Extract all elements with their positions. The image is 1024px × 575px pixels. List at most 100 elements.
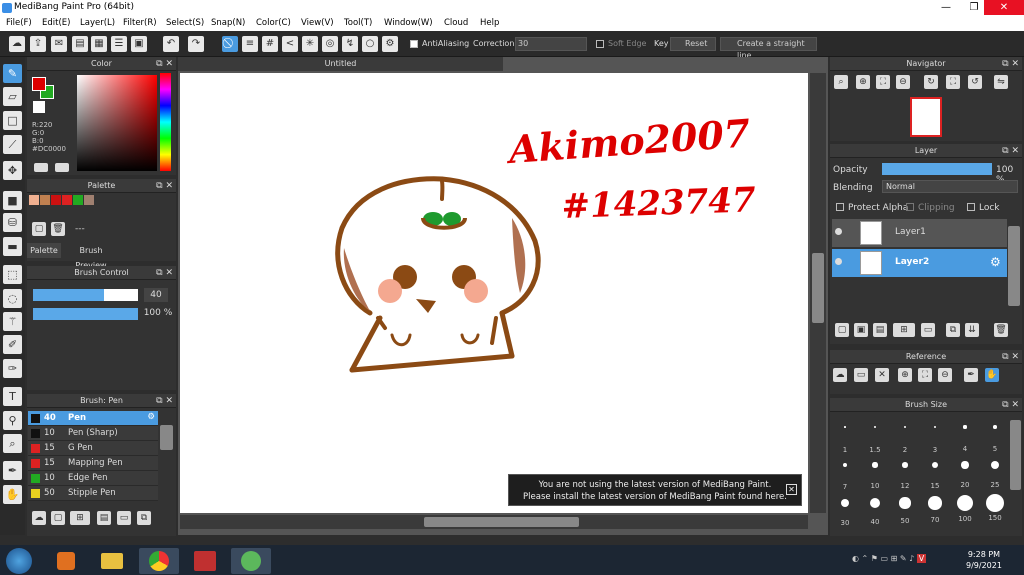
reset-button[interactable]: Reset bbox=[670, 37, 716, 51]
calendar-icon[interactable]: ▣ bbox=[131, 36, 147, 52]
merge-down-icon[interactable]: ⇊ bbox=[965, 323, 979, 337]
brush-size-value[interactable]: 40 bbox=[144, 288, 168, 302]
panel-close-icon[interactable]: ⧉ ✕ bbox=[1002, 144, 1019, 158]
brush-size-option[interactable]: 1 bbox=[830, 418, 860, 454]
delete-layer-icon[interactable]: 🗑 bbox=[994, 323, 1008, 337]
new-brush-icon[interactable]: ▢ bbox=[51, 511, 65, 525]
snap-curve-icon[interactable]: ↯ bbox=[342, 36, 358, 52]
bucket-tool-icon[interactable]: ⛁ bbox=[3, 213, 22, 232]
brush-size-option[interactable]: 5 bbox=[980, 418, 1010, 453]
blending-select[interactable]: Normal bbox=[882, 180, 1018, 193]
lasso-icon[interactable]: ◌ bbox=[3, 289, 22, 308]
menu-cloud[interactable]: Cloud bbox=[444, 18, 468, 28]
flip-icon[interactable]: ⇋ bbox=[994, 75, 1008, 89]
brush-item-edge-pen[interactable]: 10 Edge Pen bbox=[28, 471, 158, 486]
menu-file[interactable]: File(F) bbox=[6, 18, 32, 28]
list-icon[interactable]: ☰ bbox=[111, 36, 127, 52]
color-swap-icon[interactable] bbox=[55, 163, 69, 172]
fit-icon[interactable]: ⛶ bbox=[876, 75, 890, 89]
eye-icon[interactable] bbox=[835, 228, 842, 235]
panel-close-icon[interactable]: ⧉ ✕ bbox=[156, 266, 173, 280]
brush-size-option[interactable]: 2 bbox=[890, 418, 920, 454]
layer-row-layer1[interactable]: Layer1 bbox=[832, 219, 1007, 247]
eyedropper-icon[interactable]: ✒ bbox=[964, 368, 978, 382]
text-tool-icon[interactable]: T bbox=[3, 387, 22, 406]
brush-size-option[interactable]: 3 bbox=[920, 418, 950, 454]
correction-select[interactable]: 30 bbox=[515, 37, 587, 51]
brush-item-pen[interactable]: 40 Pen ⚙ bbox=[28, 411, 158, 426]
document-icon[interactable]: ▤ bbox=[72, 36, 88, 52]
new-halftone-layer-icon[interactable]: ▣ bbox=[854, 323, 868, 337]
brush-size-option[interactable]: 150 bbox=[980, 494, 1010, 522]
snap-off-icon[interactable]: ⃠ bbox=[222, 36, 238, 52]
zoom-in-icon[interactable]: ⊕ bbox=[856, 75, 870, 89]
operation-tool-icon[interactable]: ⚲ bbox=[3, 411, 22, 430]
straight-line-button[interactable]: Create a straight line bbox=[720, 37, 817, 60]
antialiasing-checkbox[interactable] bbox=[410, 40, 418, 48]
panel-close-icon[interactable]: ⧉ ✕ bbox=[1002, 57, 1019, 71]
gear-icon[interactable]: ⚙ bbox=[382, 36, 398, 52]
media-player-icon[interactable] bbox=[46, 548, 86, 574]
cloud-icon[interactable]: ☁ bbox=[9, 36, 25, 52]
palette-swatch[interactable] bbox=[29, 195, 39, 205]
vertical-scrollbar[interactable] bbox=[810, 73, 826, 513]
zoom-out-icon[interactable]: ⊖ bbox=[896, 75, 910, 89]
fit-icon[interactable]: ⛶ bbox=[918, 368, 932, 382]
brush-size-slider[interactable] bbox=[33, 289, 138, 301]
lock-checkbox[interactable] bbox=[967, 203, 975, 211]
panel-close-icon[interactable]: ⧉ ✕ bbox=[1002, 398, 1019, 412]
folder-icon[interactable]: ▭ bbox=[117, 511, 131, 525]
hue-slider[interactable] bbox=[160, 73, 171, 171]
menu-filter[interactable]: Filter(R) bbox=[123, 18, 157, 28]
canvas-tab[interactable]: Untitled bbox=[178, 57, 503, 71]
page-icon[interactable]: ▦ bbox=[91, 36, 107, 52]
palette-swatch[interactable] bbox=[62, 195, 72, 205]
brush-size-option[interactable]: 1.5 bbox=[860, 418, 890, 454]
fullscreen-icon[interactable]: ⛶ bbox=[946, 75, 960, 89]
panel-close-icon[interactable]: ⧉ ✕ bbox=[156, 394, 173, 408]
close-button[interactable]: ✕ bbox=[984, 0, 1024, 15]
paint-app-icon[interactable] bbox=[185, 548, 225, 574]
protect-alpha-checkbox[interactable] bbox=[836, 203, 844, 211]
brush-opacity-slider[interactable] bbox=[33, 308, 138, 320]
hand-icon[interactable]: ✋ bbox=[985, 368, 999, 382]
menu-tool[interactable]: Tool(T) bbox=[344, 18, 372, 28]
brush-size-option[interactable]: 20 bbox=[950, 456, 980, 489]
brush-settings-icon[interactable]: ▤ bbox=[97, 511, 111, 525]
layer-opacity-slider[interactable] bbox=[882, 163, 992, 175]
menu-snap[interactable]: Snap(N) bbox=[211, 18, 245, 28]
magic-wand-icon[interactable]: ⚚ bbox=[3, 312, 22, 331]
minimize-button[interactable]: — bbox=[934, 0, 958, 15]
layer-scrollbar[interactable] bbox=[1008, 226, 1020, 306]
medibang-icon[interactable] bbox=[231, 548, 271, 574]
brush-item-pen-sharp[interactable]: 10 Pen (Sharp) bbox=[28, 426, 158, 441]
brush-size-scrollbar[interactable] bbox=[1010, 420, 1021, 490]
open-folder-icon[interactable]: ▭ bbox=[854, 368, 868, 382]
dropper-icon[interactable]: ⌕ bbox=[3, 434, 22, 453]
color-mode-icon[interactable] bbox=[34, 163, 48, 172]
clipping-checkbox[interactable] bbox=[906, 203, 914, 211]
cloud-brush-icon[interactable]: ☁ bbox=[32, 511, 46, 525]
fill-rect-tool-icon[interactable]: ■ bbox=[3, 191, 22, 210]
brush-tool-icon[interactable]: ✎ bbox=[3, 64, 22, 83]
add-brush-icon[interactable]: ⊞ bbox=[70, 511, 90, 525]
brush-size-option[interactable]: 100 bbox=[950, 494, 980, 523]
brush-size-option[interactable]: 70 bbox=[920, 494, 950, 524]
brush-size-option[interactable]: 30 bbox=[830, 494, 860, 527]
brush-size-option[interactable]: 25 bbox=[980, 456, 1010, 489]
horizontal-scrollbar[interactable] bbox=[180, 515, 808, 529]
zoom-out-icon[interactable]: ⊖ bbox=[938, 368, 952, 382]
rotate-icon[interactable]: ↻ bbox=[924, 75, 938, 89]
eye-icon[interactable] bbox=[835, 258, 842, 265]
eraser-tool-icon[interactable]: ▱ bbox=[3, 87, 22, 106]
new-palette-icon[interactable]: ▢ bbox=[32, 222, 46, 236]
menu-window[interactable]: Window(W) bbox=[384, 18, 433, 28]
folder-icon[interactable]: ▭ bbox=[921, 323, 935, 337]
menu-view[interactable]: View(V) bbox=[301, 18, 334, 28]
menu-color[interactable]: Color(C) bbox=[256, 18, 291, 28]
brush-item-g-pen[interactable]: 15 G Pen bbox=[28, 441, 158, 456]
gradient-tool-icon[interactable]: ▬ bbox=[3, 237, 22, 256]
snap-radial-icon[interactable]: ✳ bbox=[302, 36, 318, 52]
select-eraser-icon[interactable]: ✑ bbox=[3, 359, 22, 378]
palette-swatch[interactable] bbox=[84, 195, 94, 205]
